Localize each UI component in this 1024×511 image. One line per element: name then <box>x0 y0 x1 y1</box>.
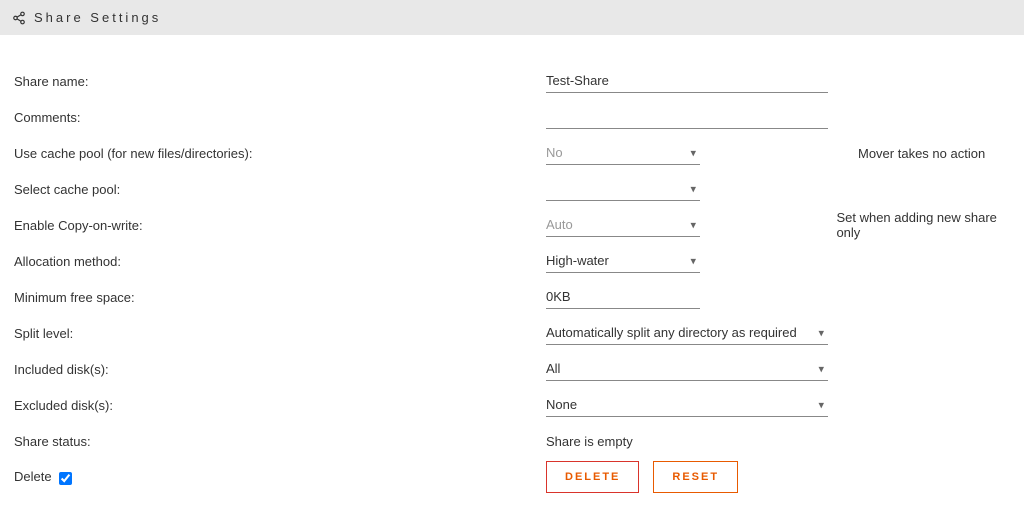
delete-checkbox[interactable] <box>59 472 72 485</box>
status-value: Share is empty <box>546 430 828 453</box>
select-cache-select[interactable] <box>546 177 700 201</box>
label-included: Included disk(s): <box>14 362 546 377</box>
cow-select[interactable]: Auto <box>546 213 700 237</box>
row-select-cache: Select cache pool: <box>14 171 1010 207</box>
label-excluded: Excluded disk(s): <box>14 398 546 413</box>
row-split: Split level: Automatically split any dir… <box>14 315 1010 351</box>
label-select-cache: Select cache pool: <box>14 182 546 197</box>
panel-header: Share Settings <box>0 0 1024 35</box>
label-use-cache: Use cache pool (for new files/directorie… <box>14 146 546 161</box>
row-share-name: Share name: <box>14 63 1010 99</box>
row-included: Included disk(s): All <box>14 351 1010 387</box>
share-name-input[interactable] <box>546 69 828 93</box>
reset-button[interactable]: RESET <box>653 461 738 493</box>
label-status: Share status: <box>14 434 546 449</box>
comments-input[interactable] <box>546 105 828 129</box>
row-excluded: Excluded disk(s): None <box>14 387 1010 423</box>
row-delete: Delete DELETE RESET <box>14 459 1010 495</box>
label-comments: Comments: <box>14 110 546 125</box>
split-select[interactable]: Automatically split any directory as req… <box>546 321 828 345</box>
cow-note: Set when adding new share only <box>836 210 1010 240</box>
label-delete: Delete <box>14 469 546 484</box>
row-use-cache: Use cache pool (for new files/directorie… <box>14 135 1010 171</box>
included-select[interactable]: All <box>546 357 828 381</box>
label-min-free: Minimum free space: <box>14 290 546 305</box>
panel-title: Share Settings <box>34 10 161 25</box>
label-split: Split level: <box>14 326 546 341</box>
label-allocation: Allocation method: <box>14 254 546 269</box>
allocation-select[interactable]: High-water <box>546 249 700 273</box>
share-settings-form: Share name: Comments: Use cache pool (fo… <box>0 35 1024 509</box>
excluded-select[interactable]: None <box>546 393 828 417</box>
row-status: Share status: Share is empty <box>14 423 1010 459</box>
row-min-free: Minimum free space: <box>14 279 1010 315</box>
row-allocation: Allocation method: High-water <box>14 243 1010 279</box>
label-cow: Enable Copy-on-write: <box>14 218 546 233</box>
min-free-input[interactable] <box>546 285 700 309</box>
delete-button[interactable]: DELETE <box>546 461 639 493</box>
use-cache-select[interactable]: No <box>546 141 700 165</box>
share-icon <box>12 11 26 25</box>
use-cache-note: Mover takes no action <box>858 146 985 161</box>
delete-label-text: Delete <box>14 469 52 484</box>
label-share-name: Share name: <box>14 74 546 89</box>
row-comments: Comments: <box>14 99 1010 135</box>
row-cow: Enable Copy-on-write: Auto Set when addi… <box>14 207 1010 243</box>
